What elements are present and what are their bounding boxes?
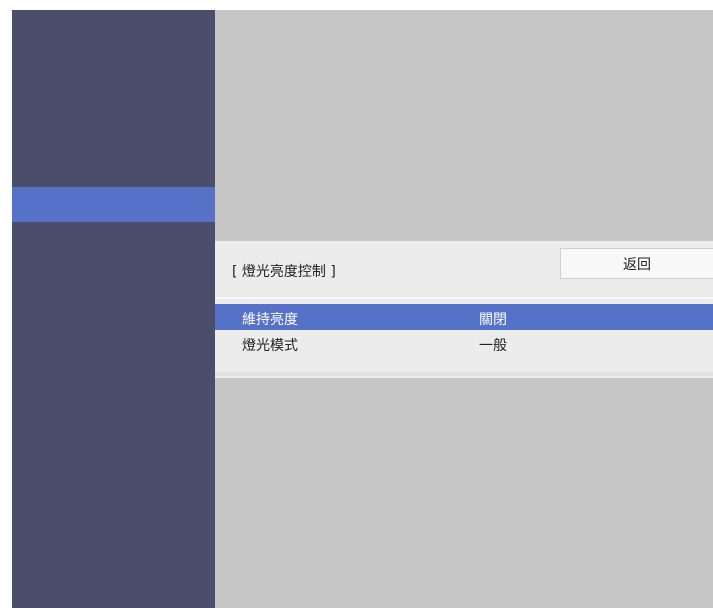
submenu-title: [ 燈光亮度控制 ] xyxy=(232,264,336,280)
row-value: 一般 xyxy=(479,338,507,354)
divider xyxy=(215,297,713,299)
light-brightness-submenu: [ 燈光亮度控制 ] 返回 維持亮度 關閉 燈光模式 一般 xyxy=(215,241,713,378)
sidebar-selected-item[interactable] xyxy=(12,187,215,222)
menu-row-constant-brightness[interactable]: 維持亮度 關閉 xyxy=(215,304,713,330)
row-value: 關閉 xyxy=(479,312,507,328)
back-button[interactable]: 返回 xyxy=(560,248,713,279)
menu-row-light-mode[interactable]: 燈光模式 一般 xyxy=(215,330,713,356)
panel-bottom-edge xyxy=(215,372,713,376)
projector-menu-screen: [ 燈光亮度控制 ] 返回 維持亮度 關閉 燈光模式 一般 xyxy=(12,10,713,608)
row-label: 燈光模式 xyxy=(242,338,298,354)
row-label: 維持亮度 xyxy=(242,312,298,328)
main-menu-sidebar xyxy=(12,10,215,608)
